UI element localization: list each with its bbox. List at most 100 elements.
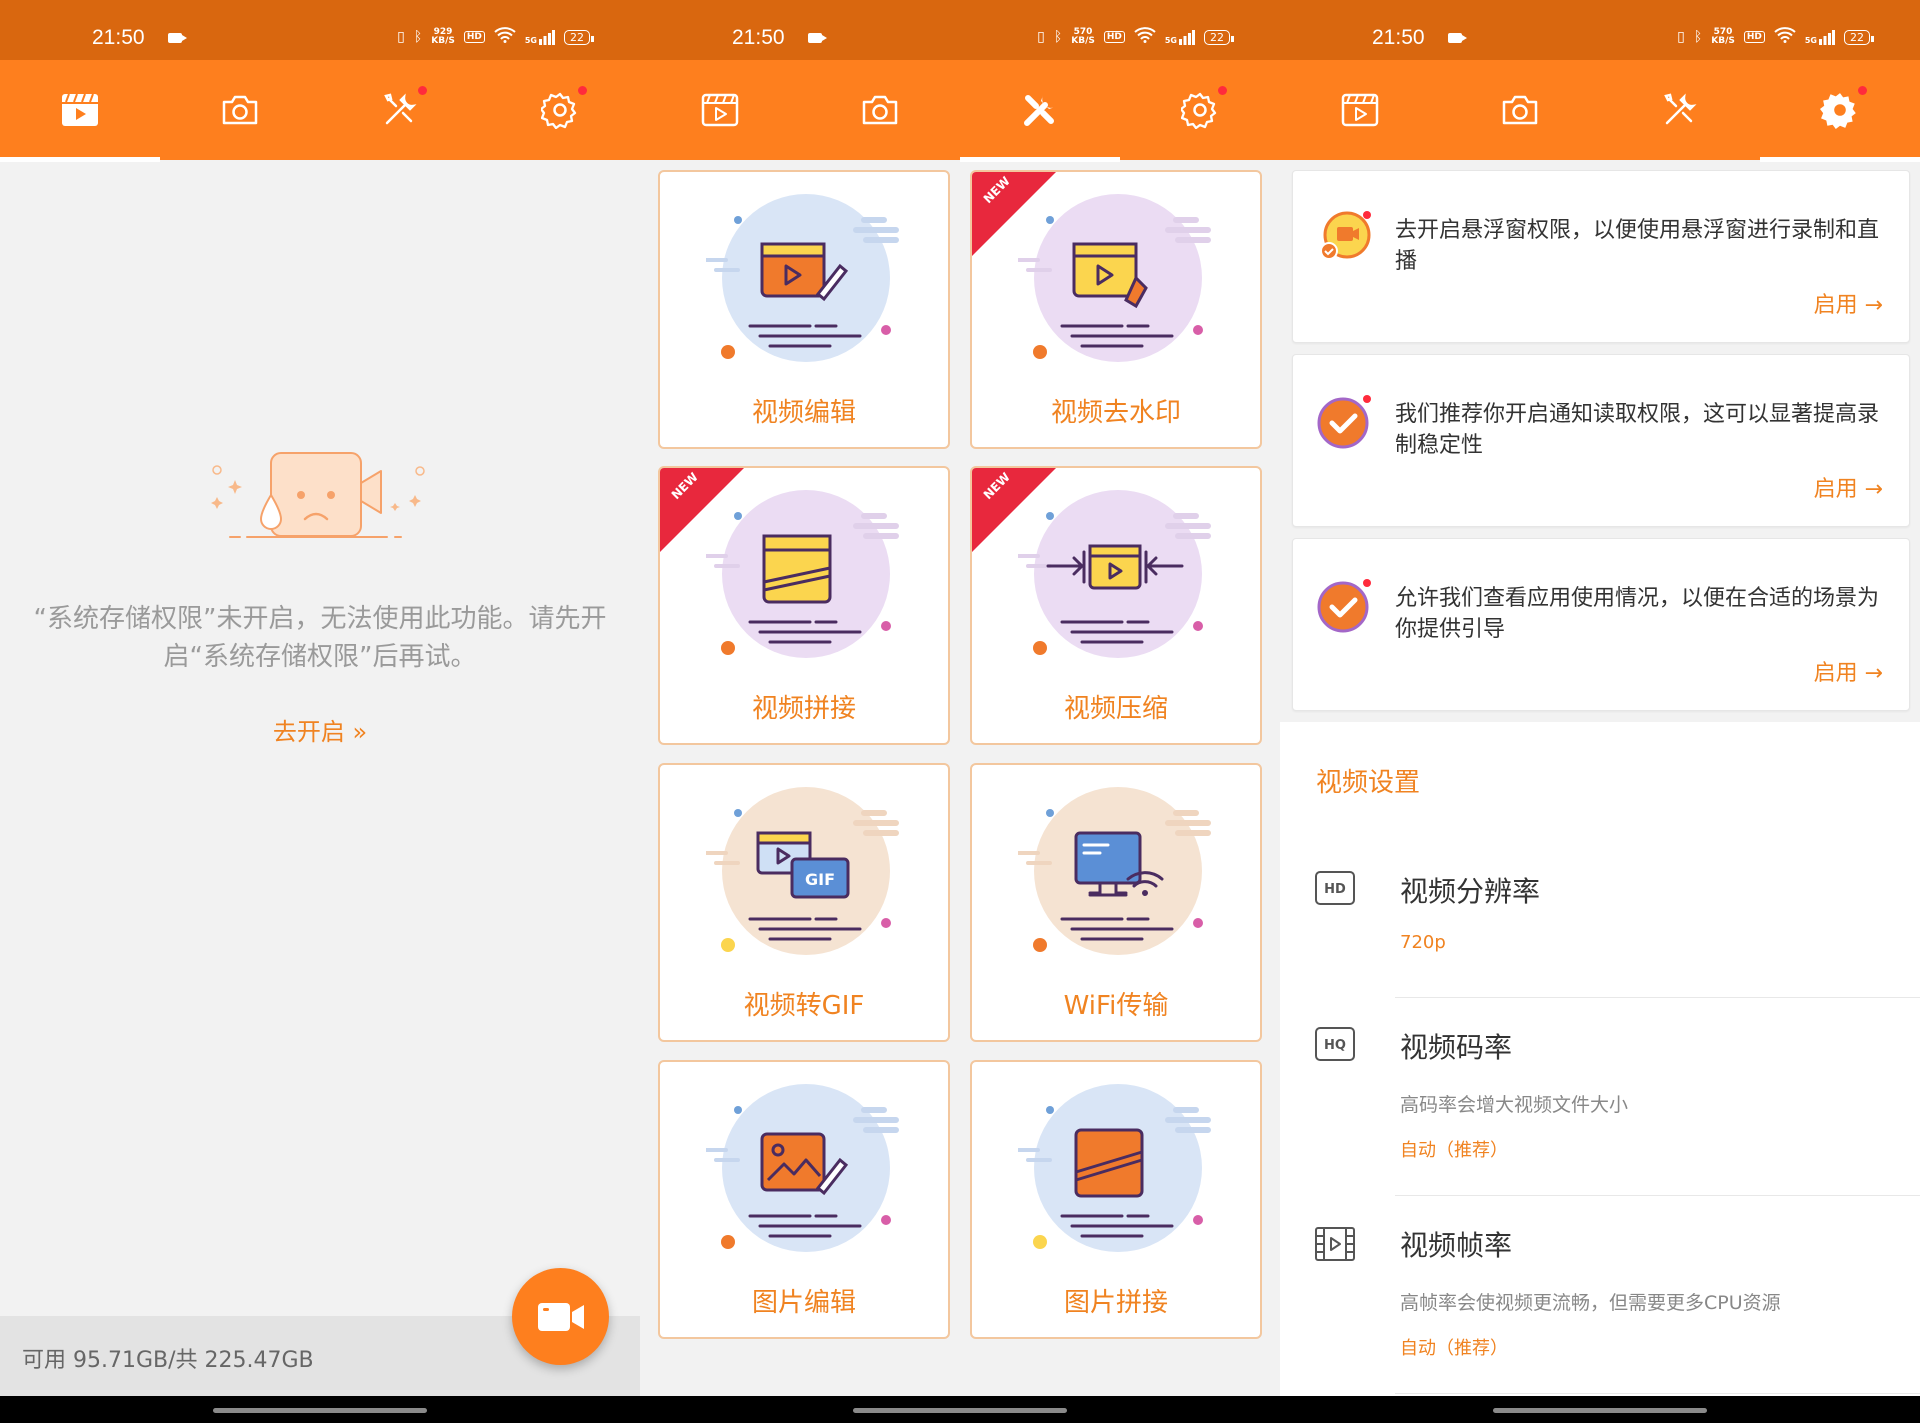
gesture-bar: [640, 1396, 1280, 1423]
clapperboard-icon: [701, 93, 739, 127]
tool-video-to-gif[interactable]: GIF 视频转GIF: [658, 763, 950, 1042]
tools-icon: [1664, 93, 1697, 125]
tool-video-merge[interactable]: NEW 视频拼接: [658, 466, 950, 745]
network-speed: 570 KB/S: [1071, 27, 1095, 46]
enable-button[interactable]: 启用 →: [1814, 655, 1883, 687]
floating-window-permission-card: 去开启悬浮窗权限，以便使用悬浮窗进行录制和直播 启用 →: [1292, 170, 1910, 343]
battery-icon: 22: [1204, 29, 1234, 45]
sad-camera-icon: [211, 452, 425, 538]
settings-badge: [1218, 86, 1227, 95]
vibrate-icon: ▯: [397, 29, 405, 45]
top-nav: [640, 60, 1280, 162]
gear-icon: [1820, 93, 1856, 129]
vibrate-icon: ▯: [1037, 29, 1045, 45]
setting-resolution[interactable]: HD 视频分辨率 720p: [1280, 842, 1920, 998]
gear-icon: [541, 92, 577, 129]
home-indicator[interactable]: [853, 1408, 1067, 1413]
tool-video-compress[interactable]: NEW 视频压缩: [970, 466, 1262, 745]
gesture-bar: [1280, 1396, 1920, 1423]
tools-icon: [384, 93, 417, 125]
tools-screen: 21:50 ▯ ᛒ 570 KB/S HD 5G 22 视频编辑 NEW 视频去…: [640, 0, 1280, 1423]
home-indicator[interactable]: [1493, 1408, 1707, 1413]
hd-icon: HD: [1315, 871, 1355, 905]
tool-wifi-transfer[interactable]: WiFi传输: [970, 763, 1262, 1042]
new-badge: NEW: [972, 468, 1057, 553]
tab-tools[interactable]: [960, 60, 1120, 162]
tools-badge: [418, 86, 427, 95]
check-circle-icon: [1317, 395, 1371, 449]
camera-icon: [222, 95, 258, 125]
tool-label: 视频转GIF: [743, 991, 865, 1021]
setting-bitrate[interactable]: HQ 视频码率 高码率会增大视频文件大小 自动（推荐）: [1280, 998, 1920, 1196]
card-text: 去开启悬浮窗权限，以便使用悬浮窗进行录制和直播: [1395, 218, 1880, 274]
bluetooth-icon: ᛒ: [413, 29, 423, 45]
status-time: 21:50: [732, 26, 785, 49]
tab-screenshots[interactable]: [1440, 60, 1600, 160]
recording-camera-icon: [168, 33, 187, 43]
tool-image-stitch[interactable]: 图片拼接: [970, 1060, 1262, 1339]
card-text: 我们推荐你开启通知读取权限，这可以显著提高录制稳定性: [1395, 402, 1880, 458]
status-time: 21:50: [92, 26, 145, 49]
hd-voice-icon: HD: [463, 31, 485, 43]
setting-value: 720p: [1400, 932, 1446, 953]
svg-text:HD: HD: [1324, 882, 1346, 897]
permission-message: “系统存储权限”未开启，无法使用此功能。请先开启“系统存储权限”后再试。: [33, 604, 607, 672]
tool-label: 图片编辑: [751, 1288, 856, 1318]
signal-icon: 5G: [1805, 29, 1835, 45]
tools-icon: [1024, 95, 1055, 126]
settings-screen: 21:50 ▯ ᛒ 570 KB/S HD 5G 22 去开启悬浮窗权限，以便使…: [1280, 0, 1920, 1423]
check-circle-icon: [1317, 579, 1371, 633]
divider: [1395, 1393, 1920, 1394]
tab-screenshots[interactable]: [800, 60, 960, 160]
tab-videos[interactable]: [1280, 60, 1440, 160]
tab-screenshots[interactable]: [160, 60, 320, 160]
tab-tools[interactable]: [1600, 60, 1760, 160]
bluetooth-icon: ᛒ: [1053, 29, 1063, 45]
tab-tools[interactable]: [320, 60, 480, 160]
film-frame-icon: [1315, 1227, 1355, 1261]
open-permission-link[interactable]: 去开启 »: [0, 712, 640, 747]
tab-videos[interactable]: [640, 60, 800, 160]
tool-label: WiFi传输: [1063, 991, 1169, 1021]
setting-value: 自动（推荐）: [1400, 1338, 1508, 1359]
hd-voice-icon: HD: [1103, 31, 1125, 43]
signal-icon: 5G: [1165, 29, 1195, 45]
tab-videos[interactable]: [0, 60, 160, 162]
tool-label: 图片拼接: [1063, 1288, 1168, 1318]
bluetooth-icon: ᛒ: [1693, 29, 1703, 45]
tool-label: 视频去水印: [1050, 398, 1181, 428]
svg-text:GIF: GIF: [805, 870, 835, 889]
tool-remove-watermark[interactable]: NEW 视频去水印: [970, 170, 1262, 449]
setting-frame-rate[interactable]: 视频帧率 高帧率会使视频更流畅，但需要更多CPU资源 自动（推荐）: [1280, 1196, 1920, 1396]
enable-button[interactable]: 启用 →: [1814, 287, 1883, 319]
gear-icon: [1181, 92, 1217, 129]
hq-icon: HQ: [1315, 1027, 1355, 1061]
status-icons: ▯ ᛒ 570 KB/S HD 5G 22: [1677, 27, 1874, 47]
wifi-icon: [494, 27, 516, 47]
home-indicator[interactable]: [213, 1408, 427, 1413]
gif-icon: GIF: [706, 787, 899, 955]
clapperboard-icon: [1341, 93, 1379, 127]
tab-settings[interactable]: [1760, 60, 1920, 162]
image-edit-icon: [706, 1084, 899, 1252]
settings-badge: [578, 86, 587, 95]
tool-label: 视频压缩: [1063, 694, 1168, 724]
network-speed: 570 KB/S: [1711, 27, 1735, 46]
wifi-icon: [1134, 27, 1156, 47]
tool-image-edit[interactable]: 图片编辑: [658, 1060, 950, 1339]
enable-button[interactable]: 启用 →: [1814, 471, 1883, 503]
recording-camera-icon: [1448, 33, 1467, 43]
tool-label: 视频拼接: [751, 694, 856, 724]
card-text: 允许我们查看应用使用情况，以便在合适的场景为你提供引导: [1395, 586, 1880, 642]
camera-icon: [862, 95, 898, 125]
hd-voice-icon: HD: [1743, 31, 1765, 43]
video-camera-icon: [537, 1302, 584, 1331]
tab-settings[interactable]: [1120, 60, 1280, 160]
vibrate-icon: ▯: [1677, 29, 1685, 45]
record-button[interactable]: [512, 1268, 609, 1365]
battery-icon: 22: [564, 29, 594, 45]
tab-settings[interactable]: [480, 60, 640, 160]
signal-icon: 5G: [525, 29, 555, 45]
video-edit-icon: [706, 194, 899, 362]
tool-video-edit[interactable]: 视频编辑: [658, 170, 950, 449]
